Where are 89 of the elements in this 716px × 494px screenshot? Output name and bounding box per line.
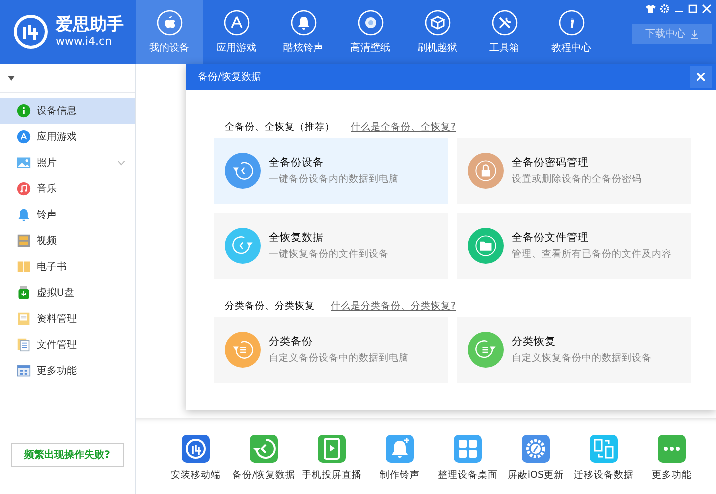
option-card[interactable]: 全备份文件管理 管理、查看所有已备份的文件及内容	[457, 213, 691, 279]
option-card[interactable]: 分类恢复 自定义恢复备份中的数据到设备	[457, 317, 691, 383]
card-title: 全备份设备	[269, 156, 325, 170]
close-button[interactable]	[690, 66, 712, 88]
bell-icon	[17, 208, 31, 222]
usb-drive-icon	[17, 286, 31, 300]
sidebar-label: 铃声	[37, 208, 57, 222]
dialog-title: 备份/恢复数据	[198, 70, 262, 84]
help-link[interactable]: 什么是全备份、全恢复?	[351, 120, 456, 134]
section-title: 分类备份、分类恢复	[225, 300, 315, 312]
dropdown-caret-icon[interactable]	[8, 76, 15, 80]
nav-tab[interactable]: 高清壁纸	[337, 0, 404, 64]
close-icon[interactable]	[702, 4, 712, 14]
option-card[interactable]: 全备份设备 一键备份设备内的数据到电脑	[214, 138, 448, 204]
tool-button[interactable]: 备份/恢复数据	[230, 435, 298, 482]
sidebar-item[interactable]: 更多功能	[0, 358, 135, 384]
card-description: 管理、查看所有已备份的文件及内容	[512, 248, 672, 261]
card-description: 一键备份设备内的数据到电脑	[269, 173, 399, 186]
nav-tab[interactable]: 刷机越狱	[404, 0, 471, 64]
nav-icon	[290, 10, 316, 36]
section-title: 全备份、全恢复（推荐）	[225, 120, 335, 134]
sidebar-item[interactable]: 应用游戏	[0, 124, 135, 150]
card-title: 分类恢复	[512, 335, 557, 349]
card-description: 自定义恢复备份中的数据到设备	[512, 352, 652, 365]
nav-icon	[224, 10, 250, 36]
nav-tab[interactable]: 教程中心	[538, 0, 605, 64]
option-card[interactable]: 全恢复数据 一键恢复备份的文件到设备	[214, 213, 448, 279]
sidebar-item[interactable]: 设备信息	[0, 98, 135, 124]
nav-icon	[558, 10, 584, 36]
nav-icon	[424, 10, 450, 36]
sidebar-item[interactable]: 文件管理	[0, 332, 135, 358]
logo-icon	[12, 13, 50, 51]
settings-icon[interactable]	[660, 4, 670, 14]
nav-icon	[358, 10, 384, 36]
download-icon	[690, 30, 698, 38]
sidebar-item[interactable]: 电子书	[0, 254, 135, 280]
tool-button[interactable]: 制作铃声	[366, 435, 434, 482]
sidebar-label: 文件管理	[37, 338, 77, 352]
nav-tab[interactable]: 工具箱	[471, 0, 538, 64]
photo-icon	[17, 156, 31, 170]
card-description: 自定义备份设备中的数据到电脑	[269, 352, 409, 365]
website-url: www.i4.cn	[56, 34, 114, 48]
sidebar-label: 资料管理	[37, 312, 77, 326]
sidebar-label: 视频	[37, 234, 57, 248]
card-description: 设置或删除设备的全备份密码	[512, 173, 642, 186]
document-icon	[17, 338, 31, 352]
sidebar-item[interactable]: 音乐	[0, 176, 135, 202]
card-title: 全备份文件管理	[512, 231, 590, 245]
nav-icon	[492, 10, 518, 36]
sidebar-label: 更多功能	[37, 364, 77, 378]
sidebar-item[interactable]: 虚拟U盘	[0, 280, 135, 306]
help-link[interactable]: 什么是分类备份、分类恢复?	[331, 300, 456, 312]
music-icon	[17, 182, 31, 196]
option-card[interactable]: 全备份密码管理 设置或删除设备的全备份密码	[457, 138, 691, 204]
nav-tab[interactable]: 酷炫铃声	[270, 0, 337, 64]
card-title: 全备份密码管理	[512, 156, 590, 170]
sidebar-item[interactable]: 视频	[0, 228, 135, 254]
option-card[interactable]: 分类备份 自定义备份设备中的数据到电脑	[214, 317, 448, 383]
info-icon	[17, 104, 31, 118]
tool-button[interactable]: 手机投屏直播	[298, 435, 366, 482]
video-icon	[17, 234, 31, 248]
nav-tab[interactable]: 应用游戏	[203, 0, 270, 64]
sidebar-label: 音乐	[37, 182, 57, 196]
sidebar-label: 虚拟U盘	[37, 286, 74, 300]
maximize-icon[interactable]	[688, 4, 698, 14]
close-icon	[697, 73, 705, 81]
card-title: 分类备份	[269, 335, 314, 349]
card-description: 一键恢复备份的文件到设备	[269, 248, 389, 261]
tool-button[interactable]: 迁移设备数据	[570, 435, 638, 482]
sidebar-label: 设备信息	[37, 104, 77, 118]
nav-icon	[156, 10, 182, 36]
tool-button[interactable]: 整理设备桌面	[434, 435, 502, 482]
tool-button[interactable]: 安装移动端	[162, 435, 230, 482]
book-icon	[17, 260, 31, 274]
grid-window-icon	[17, 364, 31, 378]
sidebar-item[interactable]: 照片	[0, 150, 135, 176]
tool-button[interactable]: 更多功能	[638, 435, 706, 482]
notebook-icon	[17, 312, 31, 326]
app-store-icon	[17, 130, 31, 144]
sidebar-item[interactable]: 铃声	[0, 202, 135, 228]
tool-button[interactable]: 屏蔽iOS更新	[502, 435, 570, 482]
sidebar-item[interactable]: 资料管理	[0, 306, 135, 332]
nav-tab[interactable]: 我的设备	[136, 0, 203, 64]
sidebar-label: 照片	[37, 156, 57, 170]
card-title: 全恢复数据	[269, 231, 325, 245]
app-name: 爱思助手	[56, 16, 124, 35]
shirt-icon[interactable]	[646, 4, 656, 14]
sidebar-label: 电子书	[37, 260, 67, 274]
sidebar-label: 应用游戏	[37, 130, 77, 144]
